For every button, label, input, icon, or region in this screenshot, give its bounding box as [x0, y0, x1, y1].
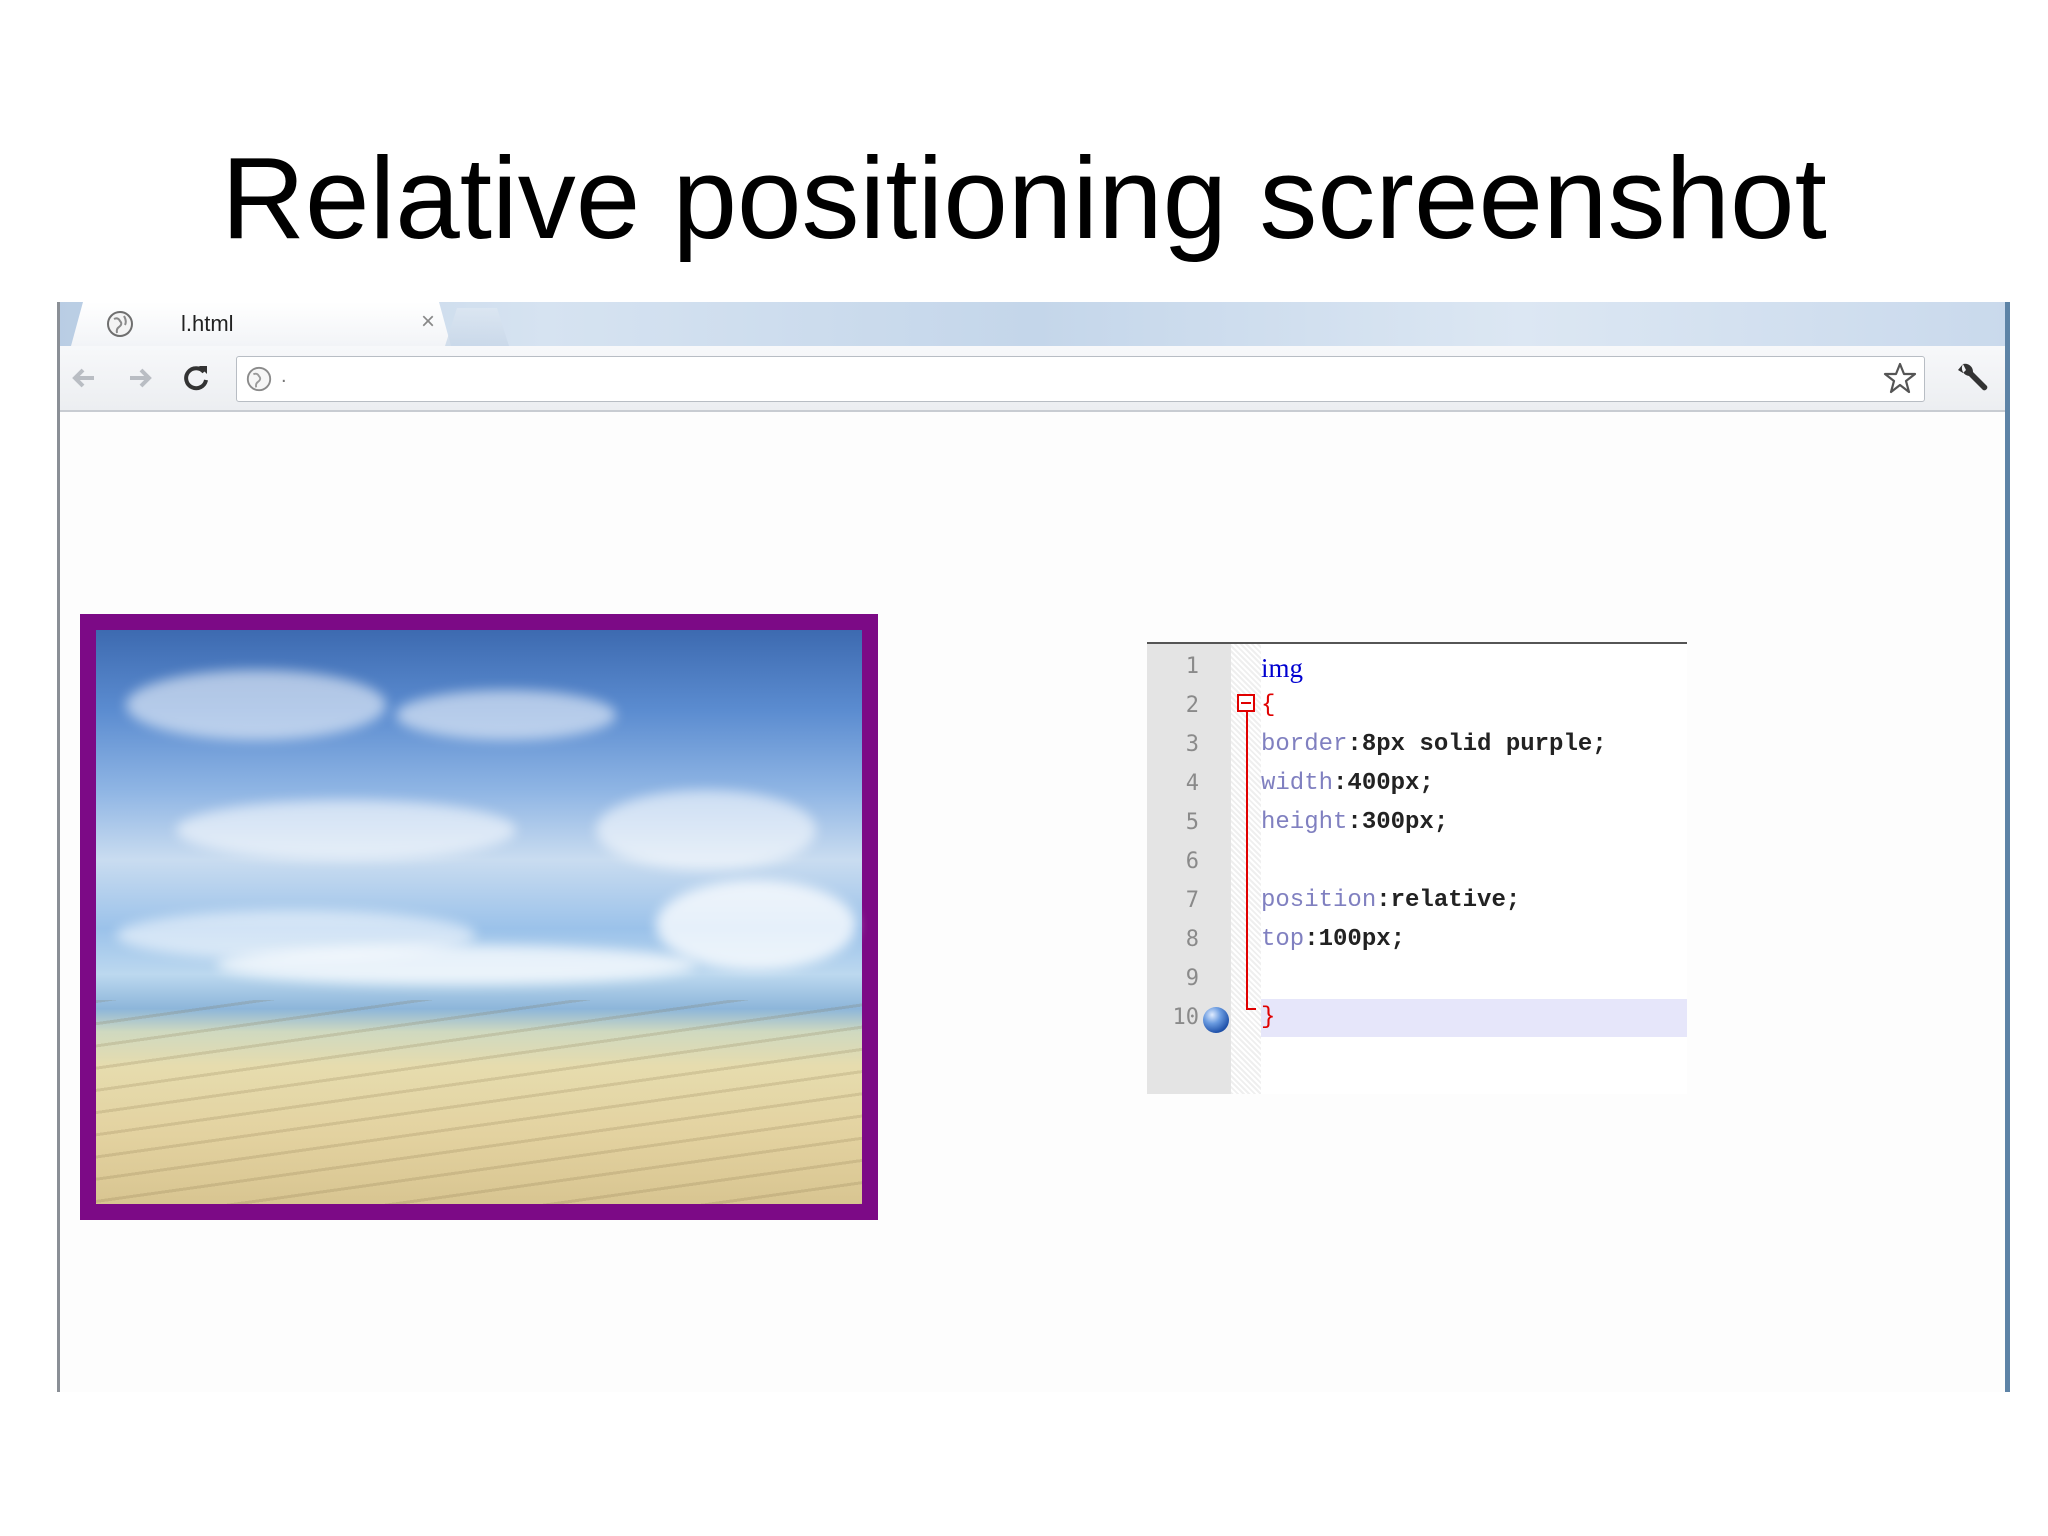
code-token: img: [1261, 653, 1304, 683]
line-number: 7: [1185, 888, 1199, 913]
address-bar-url: .: [281, 365, 287, 387]
code-text: height:300px;: [1261, 809, 1448, 836]
back-arrow-icon[interactable]: [66, 360, 102, 396]
code-token: top: [1261, 926, 1305, 953]
line-number: 9: [1185, 966, 1199, 991]
code-text: top:100px;: [1261, 926, 1405, 953]
code-line[interactable]: 3 border:8px solid purple;: [1147, 726, 1687, 764]
code-token: }: [1261, 1004, 1276, 1031]
code-token: {: [1261, 692, 1276, 719]
window-border-right: [2005, 302, 2010, 1392]
code-editor: 1 img 2{3 border:8px solid purple; 4 width:40…: [1147, 642, 1687, 1094]
wrench-icon[interactable]: [1955, 360, 1991, 396]
line-number: 5: [1185, 810, 1199, 835]
code-text: width:400px;: [1261, 770, 1434, 797]
browser-window: l.html × .: [57, 302, 2010, 1392]
line-number: 2: [1185, 693, 1199, 718]
code-line[interactable]: 6: [1147, 843, 1687, 881]
code-token: position: [1261, 887, 1377, 914]
new-tab-button[interactable]: [445, 308, 509, 346]
code-token: :100px;: [1304, 926, 1406, 953]
code-line[interactable]: 2{: [1147, 687, 1687, 725]
code-line[interactable]: 9: [1147, 960, 1687, 998]
code-token: width: [1261, 770, 1334, 797]
fold-toggle-icon[interactable]: [1237, 694, 1255, 712]
fold-guide: [1246, 708, 1248, 1008]
slide-title: Relative positioning screenshot: [221, 133, 1827, 263]
beach-photo: [80, 614, 878, 1220]
code-token: :8px solid purple;: [1347, 731, 1607, 758]
code-token: height: [1261, 809, 1348, 836]
star-icon[interactable]: [1882, 360, 1918, 396]
tab-title: l.html: [181, 311, 234, 336]
tab-close-icon[interactable]: ×: [421, 308, 435, 336]
code-text: position:relative;: [1261, 887, 1520, 914]
line-number: 3: [1185, 732, 1199, 757]
current-line-highlight: [1261, 999, 1687, 1037]
globe-icon: [107, 311, 133, 337]
code-text: {: [1261, 692, 1275, 719]
reload-icon[interactable]: [178, 360, 214, 396]
code-line[interactable]: 1 img: [1147, 648, 1687, 686]
address-bar[interactable]: .: [236, 356, 1925, 402]
code-token: border: [1261, 731, 1348, 758]
code-token: :400px;: [1333, 770, 1434, 797]
line-number: 8: [1185, 927, 1199, 952]
fold-guide-end: [1246, 1008, 1256, 1010]
page-viewport: [60, 412, 2005, 1392]
code-token: :relative;: [1376, 887, 1521, 914]
code-line[interactable]: 10}: [1147, 999, 1687, 1037]
toolbar: .: [60, 346, 2005, 412]
line-number: 6: [1185, 849, 1199, 874]
line-number: 4: [1185, 771, 1199, 796]
line-number: 10: [1172, 1005, 1200, 1030]
code-text: img: [1261, 653, 1303, 685]
code-line[interactable]: 5 height:300px;: [1147, 804, 1687, 842]
code-text: border:8px solid purple;: [1261, 731, 1607, 758]
code-token: :300px;: [1347, 809, 1449, 836]
tab-active[interactable]: l.html ×: [71, 302, 451, 346]
site-info-globe-icon: [246, 366, 272, 392]
code-text: }: [1261, 1004, 1275, 1031]
window-border-left: [57, 302, 60, 1392]
line-number: 1: [1185, 654, 1199, 679]
bookmark-marker-icon[interactable]: [1203, 1007, 1229, 1033]
code-line[interactable]: 4 width:400px;: [1147, 765, 1687, 803]
code-line[interactable]: 7 position:relative;: [1147, 882, 1687, 920]
tab-strip: l.html ×: [57, 302, 2010, 346]
forward-arrow-icon[interactable]: [122, 360, 158, 396]
code-line[interactable]: 8 top:100px;: [1147, 921, 1687, 959]
